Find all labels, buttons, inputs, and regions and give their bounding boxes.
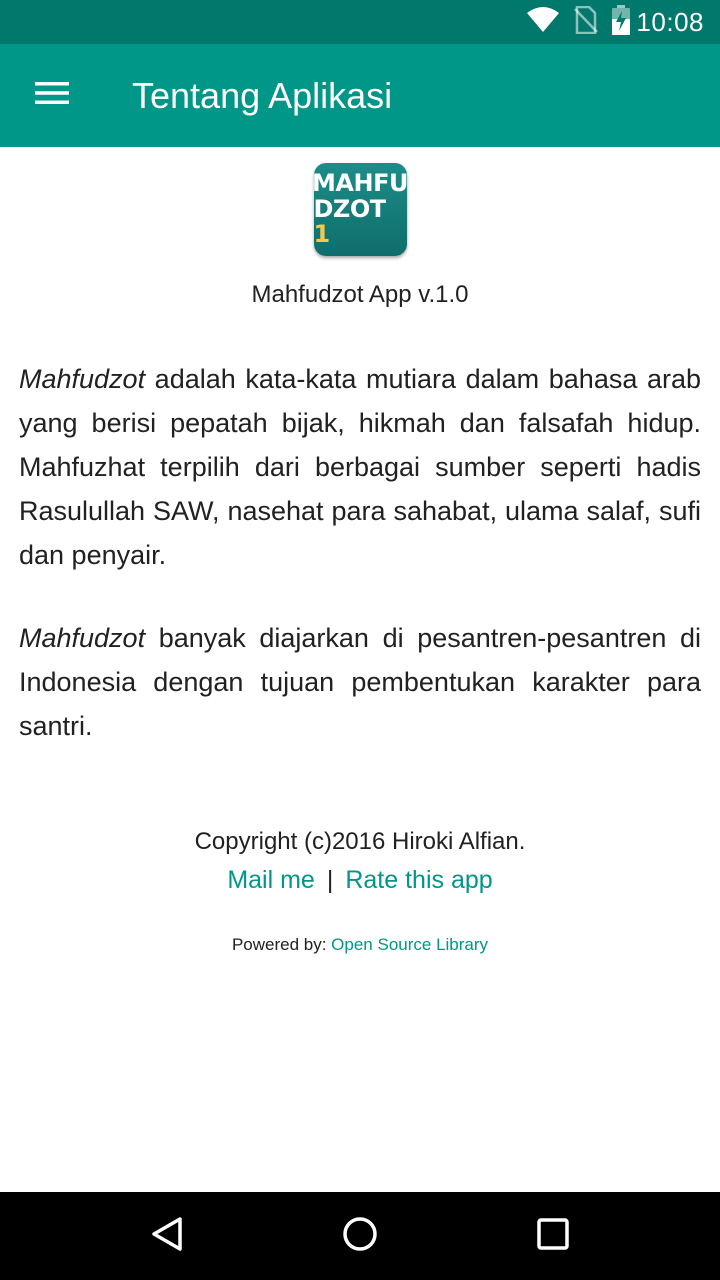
screen: 10:08 Tentang Aplikasi MAHFU DZOT 1 Mahf…: [0, 0, 720, 1280]
about-content: MAHFU DZOT 1 Mahfudzot App v.1.0 Mahfudz…: [0, 147, 720, 1192]
footer-links: Mail me | Rate this app: [0, 866, 720, 895]
rate-app-link[interactable]: Rate this app: [345, 866, 492, 894]
logo-wrapper: MAHFU DZOT 1: [0, 163, 720, 256]
open-source-library-link[interactable]: Open Source Library: [331, 935, 488, 954]
paragraph-text: adalah kata-kata mutiara dalam bahasa ar…: [19, 364, 701, 570]
hamburger-menu-icon: [35, 81, 69, 110]
system-nav-bar: [0, 1192, 720, 1280]
app-bar: Tentang Aplikasi: [0, 44, 720, 147]
back-button[interactable]: [137, 1206, 197, 1266]
page-title: Tentang Aplikasi: [132, 74, 393, 116]
status-icons: [526, 4, 631, 40]
wifi-icon: [526, 6, 560, 38]
link-separator: |: [326, 866, 334, 894]
logo-line-2: DZOT 1: [313, 194, 407, 249]
home-button[interactable]: [330, 1206, 390, 1266]
recents-button[interactable]: [523, 1206, 583, 1266]
status-bar: 10:08: [0, 0, 720, 44]
battery-charging-icon: [612, 4, 631, 40]
app-logo: MAHFU DZOT 1: [312, 163, 408, 256]
powered-by-label: Powered by:: [231, 935, 332, 954]
description-paragraph-1: Mahfudzot adalah kata-kata mutiara dalam…: [19, 357, 701, 577]
powered-by: Powered by: Open Source Library: [0, 935, 720, 955]
no-sim-icon: [574, 5, 599, 39]
copyright: Copyright (c)2016 Hiroki Alfian.: [194, 828, 526, 855]
term-emphasis: Mahfudzot: [19, 623, 146, 653]
logo-line-2-text: DZOT: [313, 194, 387, 223]
back-icon: [150, 1216, 184, 1257]
app-version: Mahfudzot App v.1.0: [251, 281, 469, 308]
home-icon: [342, 1216, 378, 1257]
term-emphasis: Mahfudzot: [19, 364, 146, 394]
menu-button[interactable]: [0, 44, 104, 147]
status-time: 10:08: [636, 6, 704, 37]
logo-number: 1: [313, 220, 331, 249]
logo-line-1: MAHFU: [312, 168, 408, 197]
description-paragraph-2: Mahfudzot banyak diajarkan di pesantren-…: [19, 616, 701, 748]
mail-me-link[interactable]: Mail me: [227, 866, 315, 894]
recents-icon: [537, 1217, 570, 1255]
